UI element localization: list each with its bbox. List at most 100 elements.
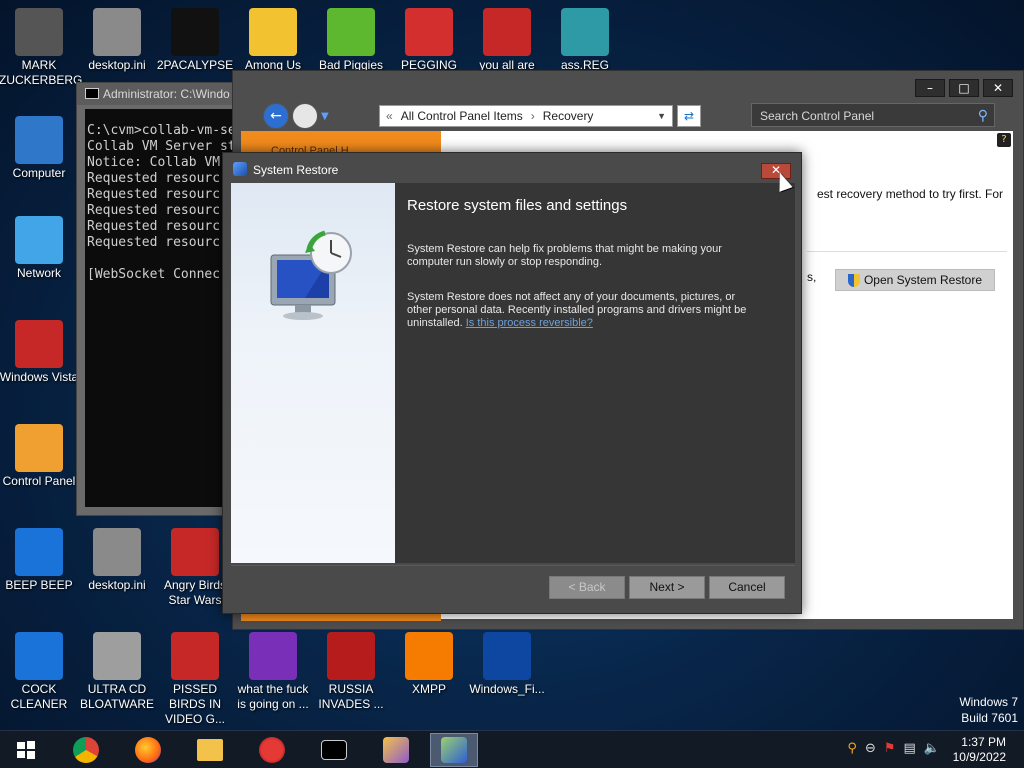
desktop-icon-label: MARK ZUCKERBERG: [0, 58, 83, 87]
system-restore-dialog[interactable]: System Restore ✕ Restore system files an…: [222, 152, 802, 614]
reversible-link[interactable]: Is this process reversible?: [466, 317, 593, 329]
taskbar-cmd[interactable]: [310, 733, 358, 767]
desktop-icon[interactable]: what the fuck is going on ...: [233, 632, 313, 712]
desktop-icon-label: BEEP BEEP: [5, 578, 73, 592]
windows-screen-icon: [483, 632, 531, 680]
search-icon[interactable]: ⚲: [847, 741, 857, 756]
desktop-icon[interactable]: Bad Piggies: [311, 8, 391, 73]
network-icon[interactable]: ▤: [904, 741, 916, 756]
desktop-icon-label: Control Panel: [2, 474, 76, 488]
control-panel-icon: [15, 424, 63, 472]
dialog-title-bar[interactable]: System Restore: [223, 153, 801, 183]
desktop-icon-label: COCK CLEANER: [10, 682, 68, 711]
folder-doc-icon: [249, 8, 297, 56]
section-divider: [807, 251, 1007, 252]
uac-shield-icon: [847, 273, 860, 287]
desktop-icon[interactable]: 2PACALYPSE: [155, 8, 235, 73]
close-button[interactable]: ✕: [983, 79, 1013, 97]
breadcrumb-item-all-items[interactable]: All Control Panel Items: [401, 109, 523, 123]
cmd-icon: [85, 88, 99, 99]
desktop-icon[interactable]: RUSSIA INVADES ...: [311, 632, 391, 712]
desktop-icon[interactable]: COCK CLEANER: [0, 632, 79, 712]
open-system-restore-button[interactable]: Open System Restore: [835, 269, 995, 291]
windows-build-watermark: Windows 7 Build 7601: [959, 694, 1018, 726]
description-paragraph-2: System Restore does not affect any of yo…: [407, 291, 757, 330]
desktop-icon[interactable]: desktop.ini: [77, 528, 157, 593]
desktop-icon[interactable]: ass.REG: [545, 8, 625, 73]
desktop-icon[interactable]: Network: [0, 216, 79, 281]
monitor-restore-icon: [270, 230, 352, 320]
recovery-description: est recovery method to try first. For: [817, 187, 1004, 201]
forward-arrow-icon[interactable]: [292, 103, 318, 129]
recycle-bin-icon: [15, 320, 63, 368]
text-fragment: s,: [807, 270, 817, 284]
dialog-illustration-panel: [231, 183, 395, 563]
desktop-icon[interactable]: Computer: [0, 116, 79, 181]
console-window[interactable]: Administrator: C:\Windo C:\cvm>collab-vm…: [76, 82, 236, 516]
recent-pages-icon[interactable]: ▼: [321, 111, 329, 122]
file-explorer-icon: [197, 739, 223, 761]
console-title-bar[interactable]: Administrator: C:\Windo: [77, 83, 235, 105]
desktop-icon[interactable]: Among Us: [233, 8, 313, 73]
desktop-icon[interactable]: Control Panel: [0, 424, 79, 489]
computer-icon: [15, 116, 63, 164]
desktop-icon[interactable]: BEEP BEEP: [0, 528, 79, 593]
minimize-button[interactable]: –: [915, 79, 945, 97]
desktop-icon-label: ULTRA CD BLOATWARE: [79, 682, 154, 711]
breadcrumb-item-recovery[interactable]: Recovery: [543, 109, 594, 123]
dialog-footer: < Back Next > Cancel: [231, 565, 795, 609]
taskbar-firefox[interactable]: [124, 733, 172, 767]
minus-circle-icon[interactable]: ⊖: [865, 741, 876, 756]
console-output[interactable]: C:\cvm>collab-vm-se Collab VM Server st …: [85, 109, 235, 507]
help-icon[interactable]: ?: [997, 133, 1011, 147]
flag-icon[interactable]: ⚑: [884, 741, 896, 756]
desktop-icon[interactable]: Windows_Fi...: [467, 632, 547, 697]
start-button[interactable]: [2, 733, 50, 767]
person-figure-icon: [15, 8, 63, 56]
desktop-icon[interactable]: MARK ZUCKERBERG: [0, 8, 83, 88]
breadcrumb-separator-icon: ›: [530, 109, 535, 123]
watermark-line-2: Build 7601: [961, 711, 1018, 725]
description-paragraph-1: System Restore can help fix problems tha…: [407, 243, 722, 268]
next-button[interactable]: Next >: [629, 576, 705, 599]
breadcrumb-overflow-icon[interactable]: «: [386, 109, 393, 123]
desktop-icon[interactable]: you all are: [467, 8, 547, 73]
search-placeholder: Search Control Panel: [760, 109, 875, 123]
desktop-icon[interactable]: XMPP: [389, 632, 469, 697]
blue-panel-icon: [15, 528, 63, 576]
desktop-icon-label: Windows_Fi...: [469, 682, 545, 696]
taskbar-angry-birds[interactable]: [248, 733, 296, 767]
taskbar-chrome[interactable]: [62, 733, 110, 767]
cmd-icon: [321, 740, 347, 760]
address-bar[interactable]: « All Control Panel Items › Recovery ▼: [379, 105, 673, 127]
taskbar-file-explorer[interactable]: [186, 733, 234, 767]
search-input[interactable]: Search Control Panel ⚲: [751, 103, 995, 127]
cancel-button[interactable]: Cancel: [709, 576, 785, 599]
desktop-icon[interactable]: PISSED BIRDS IN VIDEO G...: [155, 632, 235, 727]
desktop-icon-label: desktop.ini: [88, 578, 146, 592]
desktop-icon[interactable]: desktop.ini: [77, 8, 157, 73]
system-restore-icon: [441, 737, 467, 763]
address-dropdown-icon[interactable]: ▼: [657, 111, 666, 121]
maximize-button[interactable]: □: [949, 79, 979, 97]
back-arrow-icon[interactable]: ←: [263, 103, 289, 129]
angry-birds-star-wars-icon: [171, 528, 219, 576]
back-button[interactable]: < Back: [549, 576, 625, 599]
desktop-icon-label: desktop.ini: [88, 58, 146, 72]
taskbar-control-panel[interactable]: [372, 733, 420, 767]
desktop-icon-label: 2PACALYPSE: [156, 58, 234, 72]
taskbar-system-restore[interactable]: [430, 733, 478, 767]
refresh-icon[interactable]: ⇄: [677, 105, 701, 127]
windows-logo-icon: [17, 741, 35, 759]
window-controls: – □ ✕: [915, 79, 1013, 97]
volume-icon[interactable]: 🔈: [924, 741, 940, 756]
chrome-icon: [73, 737, 99, 763]
desktop-icon-label: Network: [16, 266, 61, 280]
desktop-icon[interactable]: PEGGING: [389, 8, 469, 73]
search-icon[interactable]: ⚲: [978, 107, 988, 124]
dialog-content: Restore system files and settings System…: [395, 183, 795, 563]
clock[interactable]: 1:37 PM 10/9/2022: [953, 735, 1006, 765]
desktop-icon[interactable]: Windows Vista: [0, 320, 79, 385]
desktop-icon[interactable]: ULTRA CD BLOATWARE: [77, 632, 157, 712]
system-tray: ⚲ ⊖ ⚑ ▤ 🔈: [847, 741, 940, 756]
